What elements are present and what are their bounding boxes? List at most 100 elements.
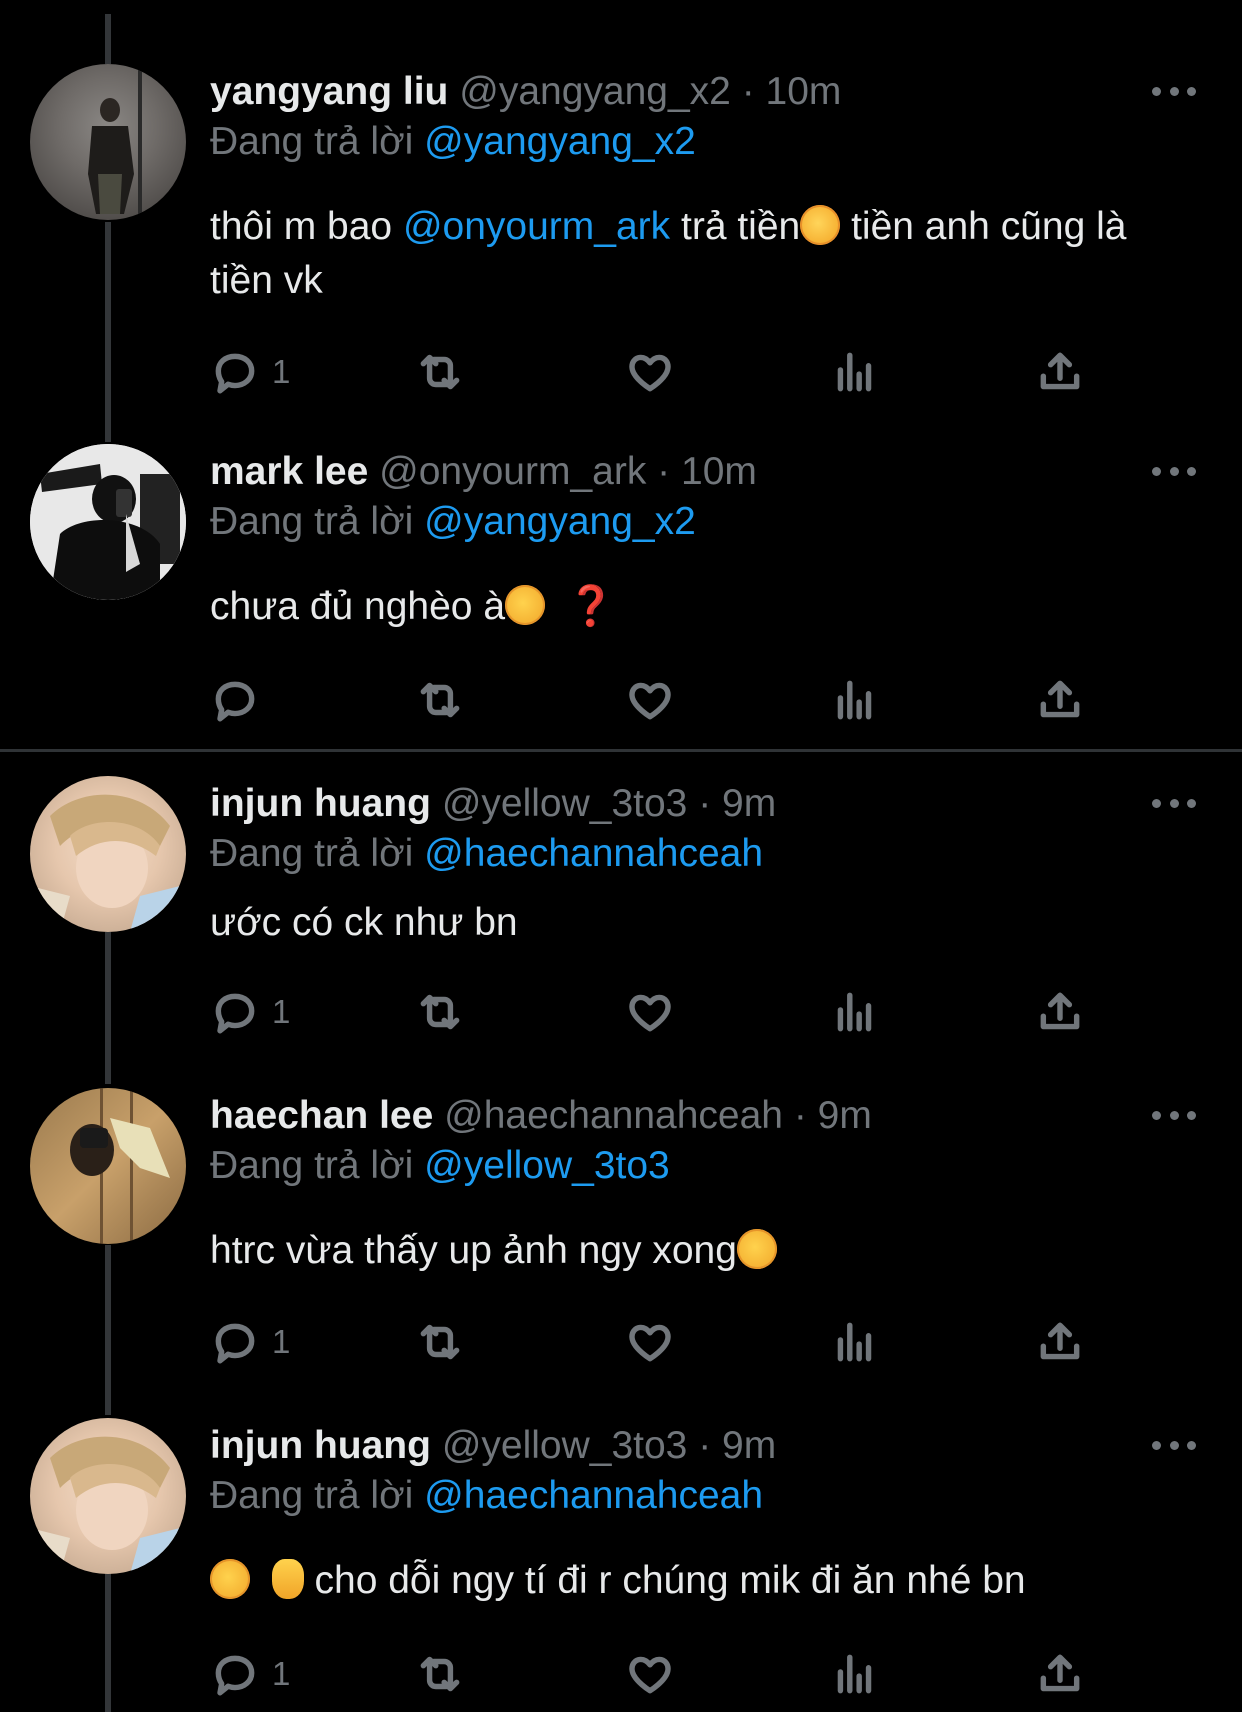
- tweet[interactable]: yangyang liu @yangyang_x2 · 10m Đang trả…: [0, 0, 1242, 440]
- share-button[interactable]: [1035, 670, 1085, 730]
- views-icon: [837, 352, 872, 392]
- reply-icon: [215, 681, 255, 722]
- views-button[interactable]: [830, 1644, 880, 1704]
- like-button[interactable]: [625, 982, 675, 1042]
- user-handle[interactable]: @haechannahceah: [444, 1094, 783, 1137]
- replying-to-mention[interactable]: @haechannahceah: [424, 1474, 763, 1517]
- text-part: htrc vừa thấy up ảnh ngy xong: [210, 1229, 737, 1272]
- like-icon: [629, 354, 671, 392]
- like-icon: [629, 994, 671, 1032]
- tweet[interactable]: haechan lee @haechannahceah · 9m Đang tr…: [0, 1082, 1242, 1412]
- tweet-header: haechan lee @haechannahceah · 9m: [210, 1092, 872, 1140]
- avatar[interactable]: [30, 776, 186, 932]
- tweet[interactable]: injun huang @yellow_3to3 · 9m Đang trả l…: [0, 1412, 1242, 1712]
- retweet-icon: [420, 1324, 460, 1360]
- separator: ·: [646, 450, 682, 493]
- share-button[interactable]: [1035, 342, 1085, 402]
- reply-button[interactable]: 1: [210, 982, 290, 1042]
- pinching-hand-emoji-icon: [271, 1559, 304, 1599]
- retweet-button[interactable]: [415, 1644, 465, 1704]
- more-icon[interactable]: [1152, 1438, 1196, 1452]
- more-icon[interactable]: [1152, 1108, 1196, 1122]
- pensive-face-emoji-icon: [210, 1559, 250, 1599]
- more-icon[interactable]: [1152, 796, 1196, 810]
- timestamp[interactable]: 10m: [766, 70, 842, 113]
- replying-to-label: Đang trả lời: [210, 500, 414, 543]
- user-handle[interactable]: @onyourm_ark: [379, 450, 646, 493]
- share-button[interactable]: [1035, 1312, 1085, 1372]
- smiling-hearts-emoji-icon: [800, 205, 841, 245]
- share-button[interactable]: [1035, 1644, 1085, 1704]
- tweet-header: mark lee @onyourm_ark · 10m: [210, 448, 757, 496]
- like-button[interactable]: [625, 1312, 675, 1372]
- avatar-figure: [30, 794, 180, 932]
- replying-to-mention[interactable]: @yangyang_x2: [424, 500, 696, 543]
- replying-to-label: Đang trả lời: [210, 1144, 414, 1187]
- more-icon[interactable]: [1152, 464, 1196, 478]
- separator: ·: [730, 70, 766, 113]
- retweet-icon: [420, 682, 460, 718]
- avatar[interactable]: [30, 64, 186, 220]
- mention-link[interactable]: @onyourm_ark: [403, 205, 670, 248]
- share-button[interactable]: [1035, 982, 1085, 1042]
- retweet-button[interactable]: [415, 1312, 465, 1372]
- replying-to-mention[interactable]: @yellow_3to3: [424, 1144, 670, 1187]
- thread-divider: [0, 749, 1242, 752]
- views-button[interactable]: [830, 342, 880, 402]
- display-name[interactable]: injun huang: [210, 782, 431, 825]
- avatar-figure: [88, 64, 142, 220]
- user-handle[interactable]: @yellow_3to3: [442, 1424, 688, 1467]
- tweet-actions: 1: [210, 1312, 1110, 1372]
- reply-count: 1: [272, 353, 291, 390]
- share-icon: [1040, 680, 1080, 718]
- disappointed-face-emoji-icon: [505, 585, 546, 625]
- display-name[interactable]: injun huang: [210, 1424, 431, 1467]
- retweet-button[interactable]: [415, 670, 465, 730]
- reply-button[interactable]: 1: [210, 1644, 290, 1704]
- text-part: cho dỗi ngy tí đi r chúng mik đi ăn nhé …: [303, 1559, 1026, 1602]
- avatar[interactable]: [30, 1418, 186, 1574]
- text-part: ước có ck như bn: [210, 901, 518, 944]
- retweet-button[interactable]: [415, 342, 465, 402]
- views-icon: [837, 1322, 872, 1362]
- views-button[interactable]: [830, 1312, 880, 1372]
- reply-button[interactable]: [210, 670, 272, 730]
- text-part: chưa đủ nghèo à: [210, 585, 506, 628]
- user-handle[interactable]: @yangyang_x2: [459, 70, 731, 113]
- text-part: trả tiền: [670, 205, 801, 248]
- like-button[interactable]: [625, 342, 675, 402]
- views-button[interactable]: [830, 670, 880, 730]
- share-icon: [1040, 1322, 1080, 1360]
- more-icon[interactable]: [1152, 84, 1196, 98]
- reply-icon: [215, 993, 255, 1034]
- retweet-button[interactable]: [415, 982, 465, 1042]
- tweet-actions: [210, 670, 1110, 730]
- tweet[interactable]: injun huang @yellow_3to3 · 9m Đang trả l…: [0, 770, 1242, 1080]
- timestamp[interactable]: 9m: [722, 1424, 776, 1467]
- replying-to: Đang trả lời @haechannahceah: [210, 1472, 763, 1520]
- timestamp[interactable]: 9m: [722, 782, 776, 825]
- reply-button[interactable]: 1: [210, 1312, 290, 1372]
- avatar[interactable]: [30, 1088, 186, 1244]
- views-icon: [837, 992, 872, 1032]
- reply-button[interactable]: 1: [210, 342, 290, 402]
- avatar-figure: [30, 444, 186, 600]
- avatar[interactable]: [30, 444, 186, 600]
- user-handle[interactable]: @yellow_3to3: [442, 782, 688, 825]
- tweet[interactable]: mark lee @onyourm_ark · 10m Đang trả lời…: [0, 440, 1242, 750]
- views-button[interactable]: [830, 982, 880, 1042]
- tweet-text: htrc vừa thấy up ảnh ngy xong: [210, 1224, 1170, 1278]
- replying-to-mention[interactable]: @yangyang_x2: [424, 120, 696, 163]
- display-name[interactable]: yangyang liu: [210, 70, 448, 113]
- display-name[interactable]: haechan lee: [210, 1094, 433, 1137]
- timestamp[interactable]: 9m: [818, 1094, 872, 1137]
- reply-icon: [215, 1323, 255, 1364]
- display-name[interactable]: mark lee: [210, 450, 368, 493]
- like-icon: [629, 1656, 671, 1694]
- timestamp[interactable]: 10m: [681, 450, 757, 493]
- like-button[interactable]: [625, 670, 675, 730]
- replying-to-mention[interactable]: @haechannahceah: [424, 832, 763, 875]
- like-button[interactable]: [625, 1644, 675, 1704]
- replying-to: Đang trả lời @yellow_3to3: [210, 1142, 670, 1190]
- reply-icon: [215, 353, 255, 394]
